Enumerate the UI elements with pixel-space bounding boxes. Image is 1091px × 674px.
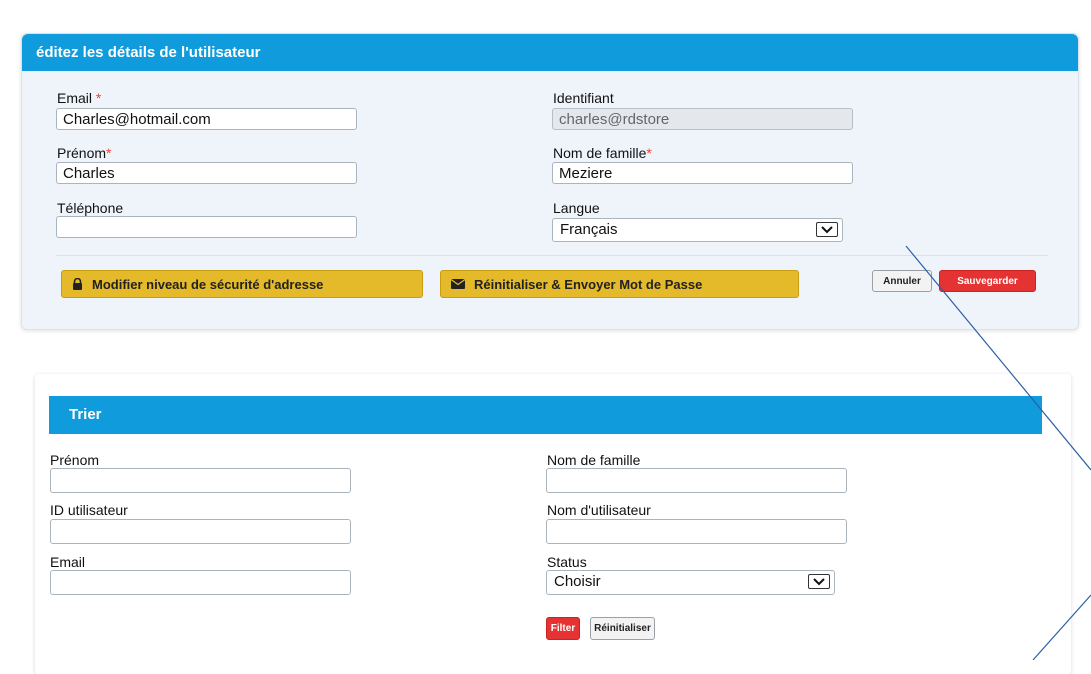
filter-username-field[interactable] <box>546 519 847 544</box>
filter-nom-label: Nom de famille <box>547 452 641 468</box>
prenom-field[interactable] <box>56 162 357 184</box>
filter-prenom-field[interactable] <box>50 468 351 493</box>
nom-field[interactable] <box>552 162 853 184</box>
identifiant-field <box>552 108 853 130</box>
required-marker: * <box>646 145 652 161</box>
filter-panel-header: Trier <box>49 396 1042 434</box>
filter-status-label: Status <box>547 554 587 570</box>
edit-user-panel: éditez les détails de l'utilisateur Emai… <box>21 33 1079 330</box>
status-select-value: Choisir <box>554 573 601 590</box>
filter-panel: Trier Prénom Nom de famille ID utilisate… <box>35 374 1071 674</box>
cancel-button[interactable]: Annuler <box>872 270 932 292</box>
filter-prenom-label: Prénom <box>50 452 100 468</box>
status-select[interactable]: Choisir <box>546 570 835 595</box>
reset-filter-button[interactable]: Réinitialiser <box>590 617 655 640</box>
filter-button[interactable]: Filter <box>546 617 580 640</box>
modify-security-button[interactable]: Modifier niveau de sécurité d'adresse <box>61 270 423 298</box>
telephone-label: Téléphone <box>57 200 124 216</box>
filter-email-label: Email <box>50 554 86 570</box>
langue-select-value: Français <box>560 221 618 238</box>
telephone-field[interactable] <box>56 216 357 238</box>
filter-panel-title: Trier <box>69 406 102 423</box>
edit-user-panel-title: éditez les détails de l'utilisateur <box>22 34 1078 71</box>
email-label: Email * <box>57 90 102 106</box>
email-field[interactable] <box>56 108 357 130</box>
lock-icon <box>72 278 83 290</box>
nom-label: Nom de famille* <box>553 145 652 161</box>
required-marker: * <box>106 145 112 161</box>
langue-select[interactable]: Français <box>552 218 843 242</box>
chevron-down-icon <box>808 574 830 589</box>
chevron-down-icon <box>816 222 838 237</box>
prenom-label: Prénom* <box>57 145 112 161</box>
langue-label: Langue <box>553 200 600 216</box>
filter-username-label: Nom d'utilisateur <box>547 502 651 518</box>
form-divider <box>56 255 1048 256</box>
identifiant-label: Identifiant <box>553 90 614 106</box>
filter-nom-field[interactable] <box>546 468 847 493</box>
reset-send-password-button-label: Réinitialiser & Envoyer Mot de Passe <box>474 276 703 292</box>
filter-email-field[interactable] <box>50 570 351 595</box>
required-marker: * <box>95 90 102 106</box>
filter-id-label: ID utilisateur <box>50 502 128 518</box>
modify-security-button-label: Modifier niveau de sécurité d'adresse <box>92 276 324 292</box>
save-button[interactable]: Sauvegarder <box>939 270 1036 292</box>
reset-send-password-button[interactable]: Réinitialiser & Envoyer Mot de Passe <box>440 270 799 298</box>
envelope-icon <box>451 279 465 289</box>
filter-id-field[interactable] <box>50 519 351 544</box>
